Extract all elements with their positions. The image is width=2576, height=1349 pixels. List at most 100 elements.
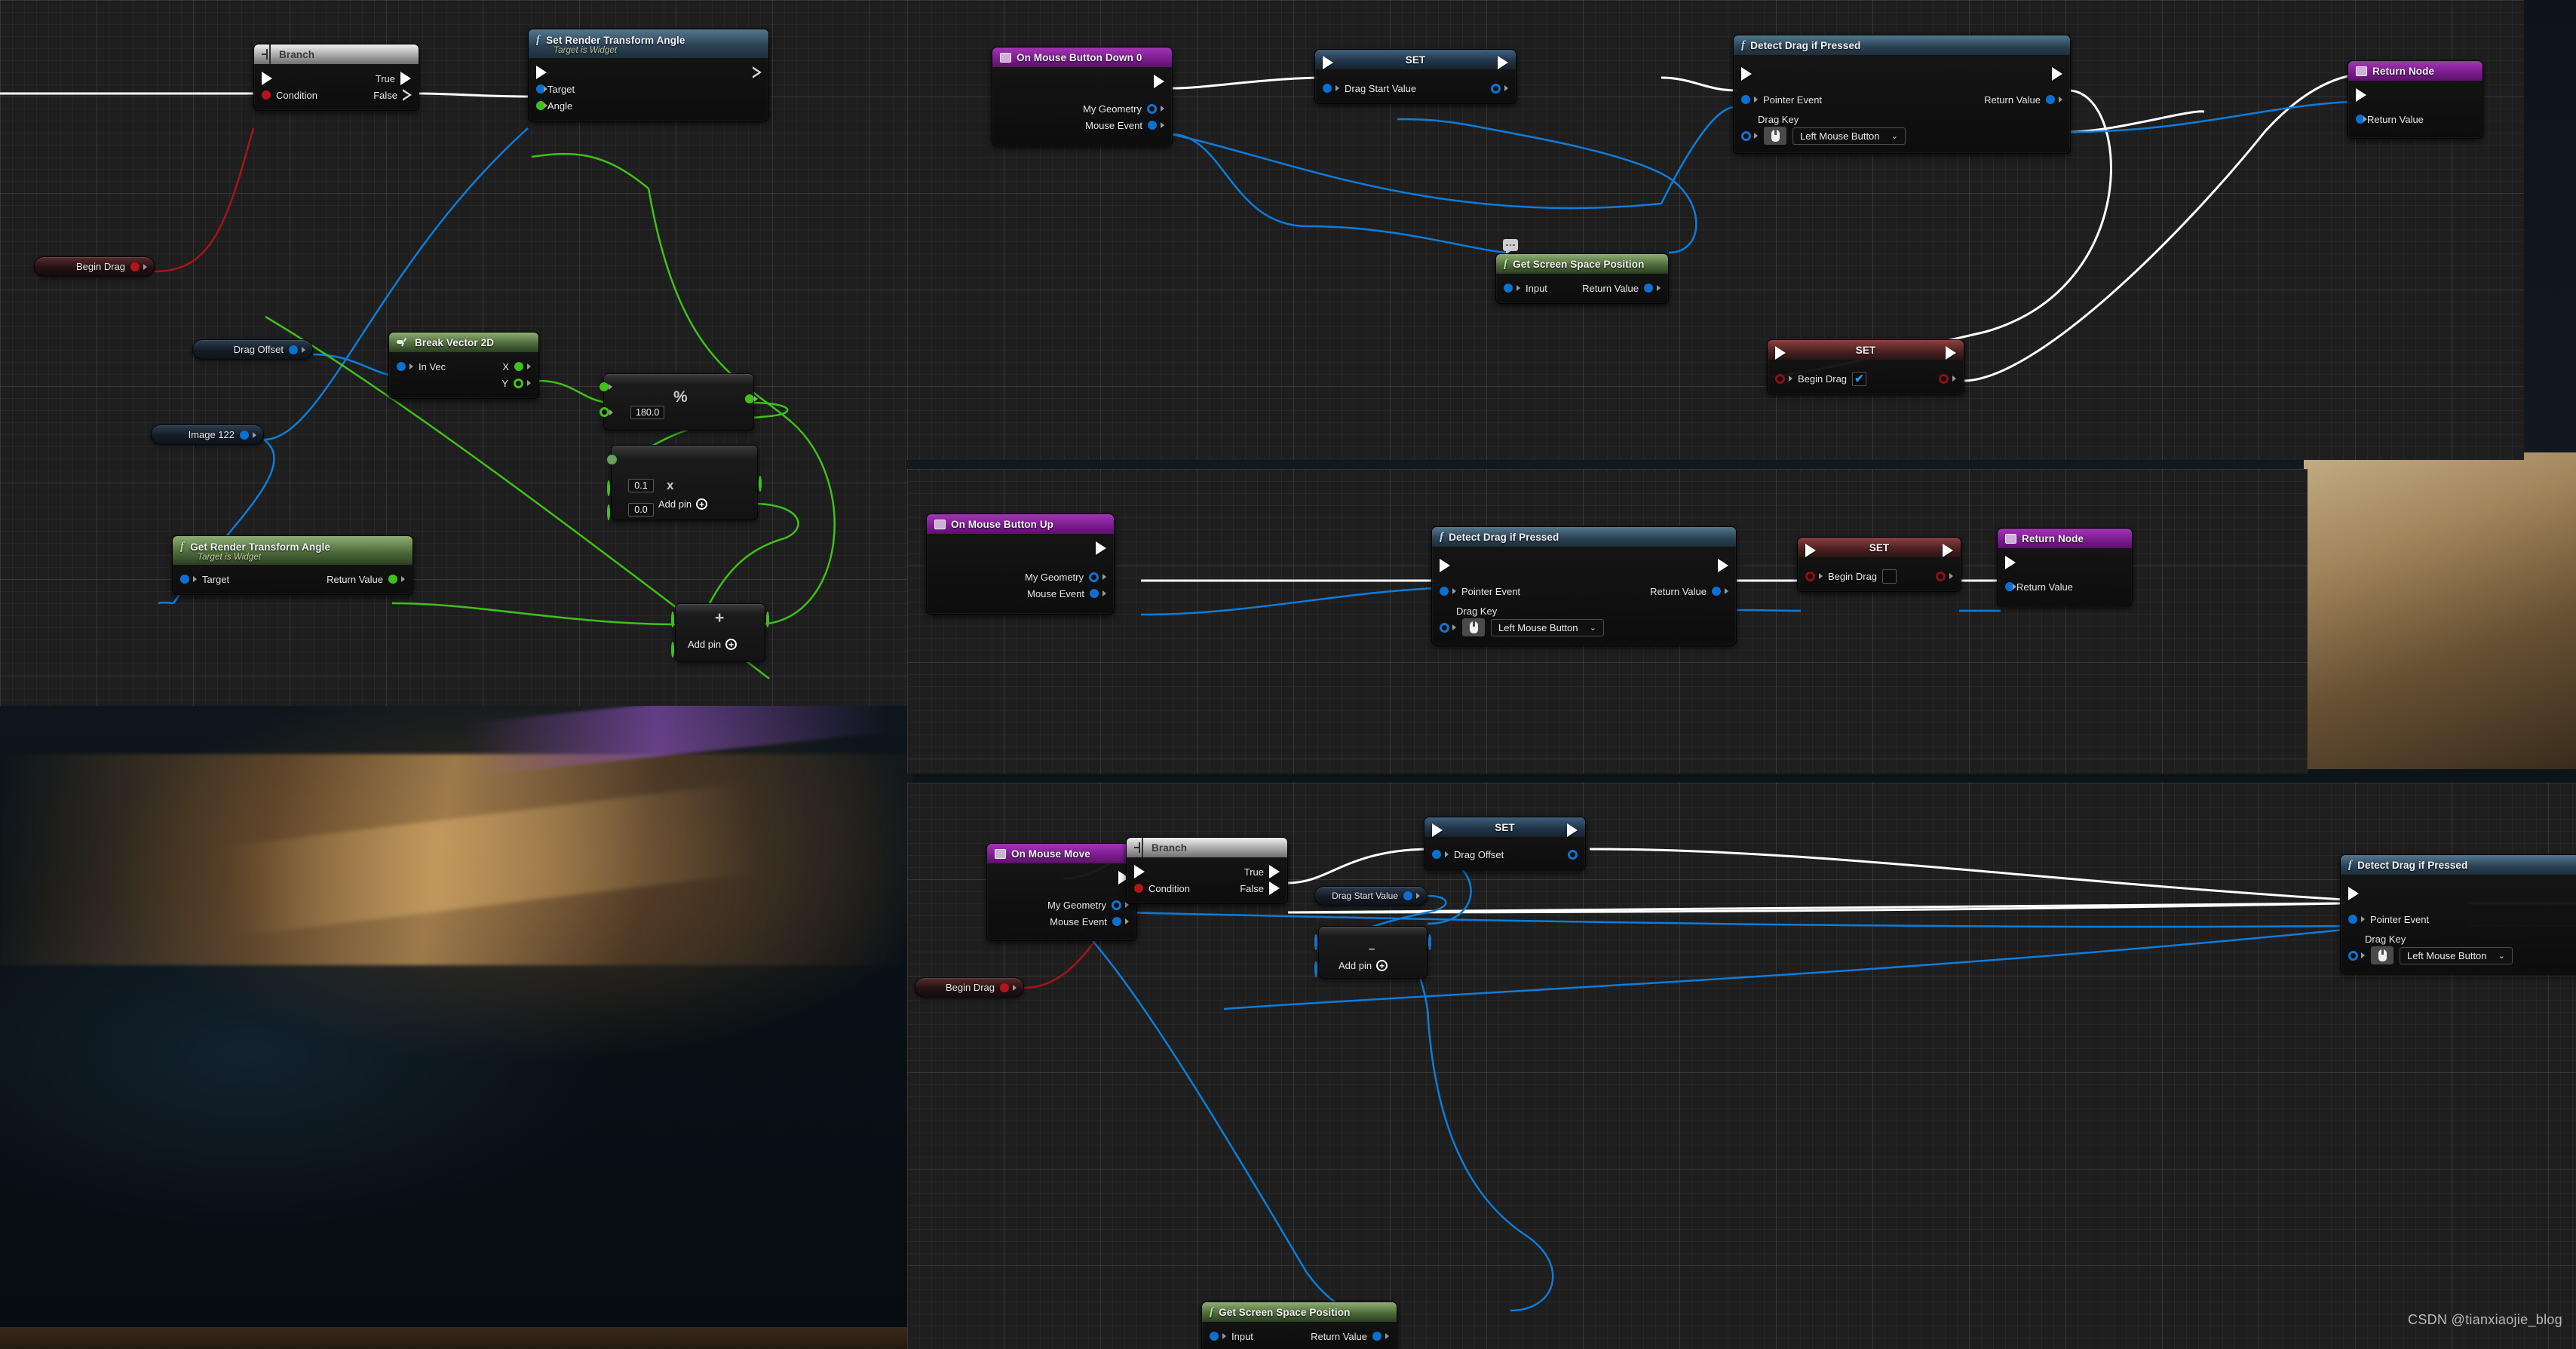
- node-modulo[interactable]: % 180.0: [600, 373, 758, 431]
- add-pin-control[interactable]: Add pin +: [658, 498, 708, 510]
- return-value-pin[interactable]: [1712, 587, 1721, 596]
- drag-offset-out-pin[interactable]: [1568, 849, 1578, 860]
- node-branch[interactable]: Branch True Condition False: [1126, 837, 1288, 904]
- graph-panel-mouse-button-up[interactable]: On Mouse Button Up My Geometry Mouse Eve…: [907, 469, 2308, 774]
- node-detect-drag-if-pressed[interactable]: f Detect Drag if Pressed Pointer Event R…: [1431, 526, 1737, 645]
- node-multiply[interactable]: 0.1 x Add pin + 0.0: [607, 445, 762, 520]
- subtract-in-a-pin[interactable]: [1314, 934, 1317, 950]
- modulo-out-pin[interactable]: [745, 394, 754, 403]
- drag-key-row[interactable]: Left Mouse Button ⌄: [1440, 618, 1728, 636]
- pointer-event-pin[interactable]: [1741, 95, 1750, 104]
- node-get-screen-space-position[interactable]: f Get Screen Space Position Input Return…: [1201, 1301, 1397, 1349]
- exec-out-pin[interactable]: [1096, 541, 1106, 555]
- drag-key-pin[interactable]: [2348, 950, 2358, 961]
- var-begin-drag[interactable]: Begin Drag: [34, 256, 155, 277]
- exec-out-false-pin[interactable]: [1269, 881, 1280, 895]
- multiply-value-b-input[interactable]: 0.0: [628, 503, 654, 517]
- exec-out-pin[interactable]: [1154, 75, 1164, 88]
- subtract-in-a[interactable]: [1314, 934, 1317, 950]
- var-drag-offset[interactable]: Drag Offset: [192, 339, 313, 360]
- node-event-on-mouse-button-down[interactable]: On Mouse Button Down 0 My Geometry Mouse…: [992, 47, 1173, 146]
- add-in-a[interactable]: [671, 612, 674, 627]
- drag-key-pin[interactable]: [1440, 622, 1449, 633]
- node-set-drag-offset[interactable]: SET Drag Offset: [1424, 817, 1586, 870]
- return-value-pin[interactable]: [1644, 284, 1653, 293]
- node-detect-drag-if-pressed[interactable]: f Detect Drag if Pressed Pointer Event R…: [2340, 854, 2576, 973]
- mouse-event-pin[interactable]: [1090, 589, 1099, 598]
- y-pin[interactable]: [514, 378, 523, 388]
- exec-out-false-pin[interactable]: [403, 89, 412, 101]
- node-get-render-transform-angle[interactable]: f Get Render Transform Angle Target is W…: [172, 535, 413, 595]
- add-pin-control[interactable]: Add pin +: [1339, 960, 1388, 971]
- exec-in-pin[interactable]: [1323, 56, 1333, 69]
- modulo-in-b-pin[interactable]: [600, 407, 609, 417]
- add-in-b[interactable]: [671, 642, 674, 658]
- graph-panel-mouse-move[interactable]: On Mouse Move My Geometry Mouse Event Br…: [907, 783, 2576, 1349]
- begin-drag-out-pin[interactable]: [1936, 571, 1946, 581]
- drag-key-combo[interactable]: Left Mouse Button ⌄: [1792, 127, 1906, 145]
- multiply-out[interactable]: [759, 476, 762, 492]
- return-value-pin[interactable]: [1372, 1332, 1382, 1341]
- graph-panel-mouse-button-down[interactable]: On Mouse Button Down 0 My Geometry Mouse…: [907, 0, 2524, 460]
- node-return[interactable]: Return Node Return Value: [1997, 528, 2133, 606]
- mouse-event-pin[interactable]: [1148, 121, 1157, 130]
- subtract-out[interactable]: [1428, 934, 1431, 950]
- node-set-begin-drag[interactable]: SET Begin Drag: [1767, 339, 1964, 394]
- begin-drag-pin[interactable]: [1805, 571, 1815, 581]
- modulo-in-a-pin[interactable]: [600, 382, 609, 391]
- node-set-render-transform-angle[interactable]: f Set Render Transform Angle Target is W…: [528, 29, 769, 121]
- drag-key-dropdown[interactable]: Left Mouse Button ⌄: [2371, 946, 2513, 964]
- exec-in-pin[interactable]: [1805, 544, 1816, 557]
- drag-offset-pin[interactable]: [1432, 850, 1441, 859]
- subtract-in-b-pin[interactable]: [1314, 961, 1317, 977]
- add-pin-icon[interactable]: +: [725, 639, 738, 650]
- add-in-a-pin[interactable]: [671, 612, 674, 627]
- x-pin[interactable]: [514, 362, 523, 371]
- multiply-value-a-input[interactable]: 0.1: [628, 479, 654, 492]
- drag-start-value-pin[interactable]: [1323, 84, 1332, 93]
- drag-key-combo[interactable]: Left Mouse Button ⌄: [1491, 618, 1604, 636]
- modulo-value-input[interactable]: 180.0: [630, 406, 665, 419]
- node-set-drag-start-value[interactable]: SET Drag Start Value: [1314, 49, 1516, 104]
- target-pin[interactable]: [180, 575, 189, 584]
- exec-in-pin[interactable]: [2005, 556, 2016, 569]
- exec-in-pin[interactable]: [1775, 346, 1786, 360]
- var-out-pin[interactable]: [130, 262, 140, 271]
- my-geometry-pin[interactable]: [1147, 103, 1157, 114]
- var-out-pin[interactable]: [240, 430, 249, 440]
- exec-out-pin[interactable]: [1567, 823, 1578, 837]
- var-out-pin[interactable]: [1000, 983, 1009, 992]
- return-value-pin[interactable]: [388, 575, 397, 584]
- condition-pin[interactable]: [1134, 884, 1143, 893]
- node-get-screen-space-position[interactable]: f Get Screen Space Position Input Return…: [1495, 253, 1669, 304]
- modulo-in-a[interactable]: [600, 382, 612, 391]
- drag-key-dropdown[interactable]: Left Mouse Button ⌄: [1764, 127, 1906, 145]
- mouse-event-pin[interactable]: [1112, 917, 1121, 926]
- drag-key-pin[interactable]: [1741, 130, 1751, 141]
- add-out[interactable]: [766, 612, 769, 627]
- var-out-pin[interactable]: [1403, 891, 1412, 900]
- graph-panel-mouse-wheel[interactable]: Branch True Condition False f Set Render…: [0, 0, 907, 706]
- exec-in-pin[interactable]: [1440, 559, 1450, 572]
- drag-key-row[interactable]: Left Mouse Button ⌄: [1741, 127, 2062, 145]
- multiply-in-c-pin[interactable]: [607, 504, 610, 520]
- node-add[interactable]: + Add pin +: [671, 603, 769, 662]
- pointer-event-pin[interactable]: [1440, 587, 1449, 596]
- begin-drag-pin[interactable]: [1775, 373, 1785, 384]
- exec-in-pin[interactable]: [2356, 88, 2366, 102]
- exec-in-pin[interactable]: [1134, 865, 1145, 878]
- exec-in-pin[interactable]: [262, 72, 272, 85]
- exec-out-pin[interactable]: [2052, 67, 2062, 81]
- exec-in-pin[interactable]: [1432, 823, 1443, 837]
- input-pin[interactable]: [1210, 1332, 1219, 1341]
- multiply-out-pin[interactable]: [759, 476, 762, 492]
- exec-out-pin[interactable]: [1943, 544, 1953, 557]
- node-detect-drag-if-pressed[interactable]: f Detect Drag if Pressed Pointer Event R…: [1733, 35, 2071, 154]
- add-pin-control[interactable]: Add pin +: [688, 639, 738, 650]
- node-event-on-mouse-move[interactable]: On Mouse Move My Geometry Mouse Event: [986, 843, 1137, 941]
- exec-out-true-pin[interactable]: [1269, 865, 1280, 878]
- my-geometry-pin[interactable]: [1089, 572, 1099, 582]
- node-break-vector-2d[interactable]: Break Vector 2D In Vec X Y: [388, 332, 539, 399]
- node-return[interactable]: Return Node Return Value: [2348, 60, 2483, 139]
- subtract-in-b[interactable]: [1314, 961, 1317, 977]
